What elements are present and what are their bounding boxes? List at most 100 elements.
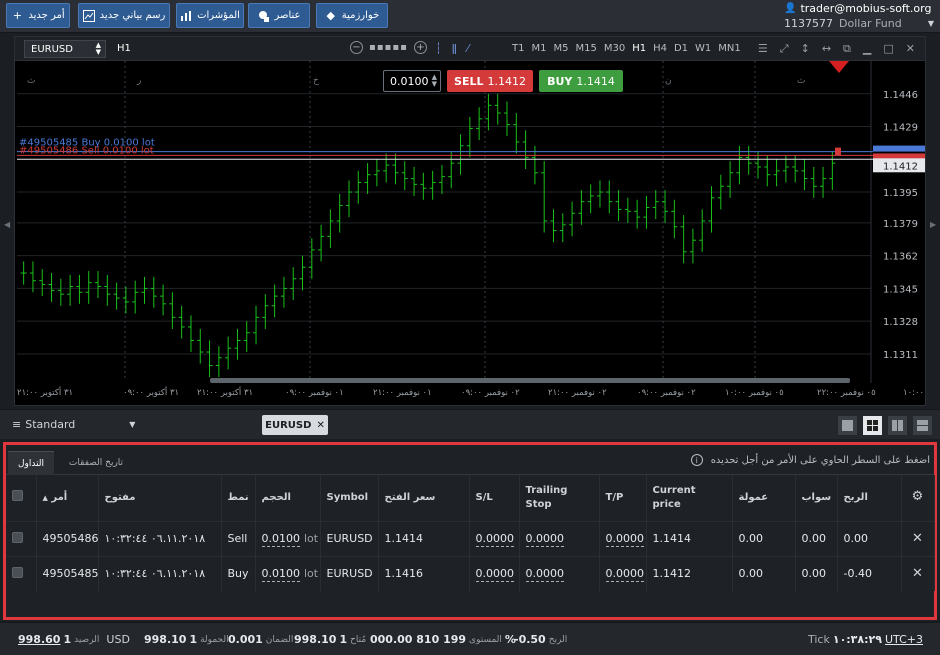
sl-value[interactable]: 0.0000 <box>475 567 514 583</box>
gear-icon[interactable]: ⚙ <box>912 489 924 504</box>
col-volume[interactable]: الحجم <box>255 475 321 521</box>
col-settings[interactable]: ⚙ <box>901 475 935 521</box>
close-chart-icon[interactable]: ✕ <box>906 42 915 56</box>
bar-chart-type-icon[interactable]: ┆ <box>435 42 442 55</box>
left-panel-arrow-icon[interactable]: ◀ <box>4 220 12 229</box>
hint-text: اضغط على السطر الحاوي على الأمر من أجل ت… <box>710 454 930 466</box>
y-tick-label: 1.1345 <box>883 284 918 295</box>
timeframe-m1[interactable]: M1 <box>531 43 546 54</box>
quantity-stepper[interactable]: 0.0100 ▲ ▼ <box>383 70 441 92</box>
cell-volume[interactable]: 0.0100 lot <box>255 520 321 556</box>
layout-grid-icon[interactable] <box>863 416 882 435</box>
cell-open-price: 1.1416 <box>378 555 470 591</box>
day-label: خ <box>313 76 319 86</box>
tab-trade[interactable]: التداول <box>8 451 54 475</box>
algorithm-button[interactable]: ◆ خوارزمية <box>316 3 388 28</box>
cell-sl[interactable]: 0.0000 <box>469 520 520 556</box>
y-tick-label: 1.1311 <box>883 350 918 361</box>
indicators-button[interactable]: المؤشرات <box>176 3 244 28</box>
buy-label: BUY <box>547 74 573 88</box>
cell-trailing-stop[interactable]: 0.0000 <box>519 520 600 556</box>
new-order-button[interactable]: + أمر جديد <box>6 3 70 28</box>
ts-value[interactable]: 0.0000 <box>525 567 564 583</box>
price-chart[interactable]: 1.1446 1.1429 1.1395 1.1379 1.1362 1.1345 1.13… <box>15 61 925 405</box>
volume-value[interactable]: 0.0100 <box>261 567 300 583</box>
layout-columns-icon[interactable] <box>888 416 907 435</box>
candle-chart-type-icon[interactable]: ǁ <box>452 42 457 55</box>
detach-window-icon[interactable]: ⧉ <box>843 42 851 56</box>
sell-button[interactable]: SELL 1.1412 <box>447 70 533 92</box>
stepper-arrows-icon[interactable]: ▲ ▼ <box>432 74 437 88</box>
account-info[interactable]: 👤 trader@mobius-soft.org 1137577 Dollar … <box>784 2 934 30</box>
line-chart-type-icon[interactable]: ⁄ <box>467 42 469 55</box>
zoom-slider[interactable]: ▪▪▪▪▪ <box>369 42 408 53</box>
zoom-out-icon[interactable]: − <box>350 41 363 54</box>
col-sl[interactable]: S/L <box>469 475 520 521</box>
cell-swap: 0.00 <box>795 555 838 591</box>
row-checkbox[interactable] <box>12 531 23 543</box>
col-swap[interactable]: سواب <box>795 475 838 521</box>
col-tp[interactable]: T/P <box>599 475 647 521</box>
col-order[interactable]: ▲ أمر <box>36 475 99 521</box>
select-all-checkbox[interactable] <box>12 489 23 501</box>
tp-value[interactable]: 0.0000 <box>605 567 644 583</box>
tab-close-icon[interactable]: ✕ <box>316 420 324 431</box>
cell-sl[interactable]: 0.0000 <box>469 555 520 591</box>
timeframe-m5[interactable]: M5 <box>553 43 568 54</box>
timeframe-h1[interactable]: H1 <box>632 43 646 54</box>
close-order-icon[interactable]: ✕ <box>901 520 935 556</box>
timeframe-m30[interactable]: M30 <box>604 43 625 54</box>
expand-diagonal-icon[interactable]: ⤢ <box>780 42 789 56</box>
symbol-select[interactable]: EURUSD ▲ ▼ <box>24 40 106 58</box>
close-order-icon[interactable]: ✕ <box>901 555 935 591</box>
horizontal-scale-icon[interactable]: ↔ <box>822 42 831 56</box>
timeframe-w1[interactable]: W1 <box>695 43 711 54</box>
vertical-scale-icon[interactable]: ↕ <box>801 42 810 56</box>
elements-button[interactable]: عناصر <box>248 3 310 28</box>
ts-value[interactable]: 0.0000 <box>525 532 564 547</box>
maximize-icon[interactable]: □ <box>883 42 893 56</box>
chart-settings-icon[interactable]: ☰ <box>758 42 768 56</box>
trade-terminal: التداول تاريخ الصفقات i اضغط على السطر ا… <box>3 442 937 620</box>
col-current-price[interactable]: Current price <box>646 475 733 521</box>
cell-volume[interactable]: 0.0100 lot <box>255 555 321 591</box>
tp-value[interactable]: 0.0000 <box>605 532 644 547</box>
profit-label: الربح <box>548 634 568 645</box>
x-tick-label: ٠١ نوفمبر ٢١:٠٠ <box>373 388 432 398</box>
col-commission[interactable]: عمولة <box>732 475 796 521</box>
tab-history[interactable]: تاريخ الصفقات <box>56 451 136 475</box>
sl-value[interactable]: 0.0000 <box>475 532 514 547</box>
minimize-icon[interactable]: ▁ <box>863 42 871 56</box>
row-checkbox[interactable] <box>12 566 23 578</box>
layout-select[interactable]: ≡ Standard ▼ <box>12 418 135 431</box>
new-chart-button[interactable]: رسم بياني جديد <box>78 3 170 28</box>
free-value: 998.10 <box>294 633 337 646</box>
tab-eurusd[interactable]: EURUSD ✕ <box>262 415 328 435</box>
timeframe-d1[interactable]: D1 <box>674 43 688 54</box>
right-panel-arrow-icon[interactable]: ▶ <box>930 220 938 229</box>
timeframe-mn1[interactable]: MN1 <box>718 43 740 54</box>
col-profit[interactable]: الربح <box>837 475 902 521</box>
col-type[interactable]: نمط <box>221 475 256 521</box>
cell-trailing-stop[interactable]: 0.0000 <box>519 555 600 591</box>
buy-button[interactable]: BUY 1.1414 <box>539 70 623 92</box>
cell-tp[interactable]: 0.0000 <box>599 555 647 591</box>
timeframe-h4[interactable]: H4 <box>653 43 667 54</box>
chart-window[interactable]: EURUSD ▲ ▼ H1 − ▪▪▪▪▪ + ┆ ǁ ⁄ T1 M1 M5 M15 M3… <box>14 36 926 406</box>
timeframe-m15[interactable]: M15 <box>575 43 596 54</box>
col-symbol[interactable]: Symbol <box>320 475 379 521</box>
table-row[interactable]: 49505486 ٠٦.١١.٢٠١٨ ١٠:٣٢:٤٤ Sell 0.0100… <box>6 520 935 556</box>
col-opened[interactable]: مفتوح <box>98 475 222 521</box>
volume-value[interactable]: 0.0100 <box>261 532 300 547</box>
col-trailing-stop[interactable]: Trailing Stop <box>519 475 600 521</box>
layout-single-icon[interactable] <box>838 416 857 435</box>
timeframe-t1[interactable]: T1 <box>512 43 524 54</box>
zoom-in-icon[interactable]: + <box>413 41 427 54</box>
cell-tp[interactable]: 0.0000 <box>599 520 647 556</box>
table-row[interactable]: 49505485 ٠٦.١١.٢٠١٨ ١٠:٣٢:٤٤ Buy 0.0100 l… <box>6 555 935 591</box>
col-open-price[interactable]: سعر الفتح <box>378 475 470 521</box>
timezone[interactable]: UTC+3 <box>885 633 923 646</box>
layout-rows-icon[interactable] <box>913 416 932 435</box>
top-toolbar: + أمر جديد رسم بياني جديد المؤشرات عناصر… <box>0 0 940 33</box>
dropdown-caret-icon[interactable]: ▼ <box>928 19 934 28</box>
